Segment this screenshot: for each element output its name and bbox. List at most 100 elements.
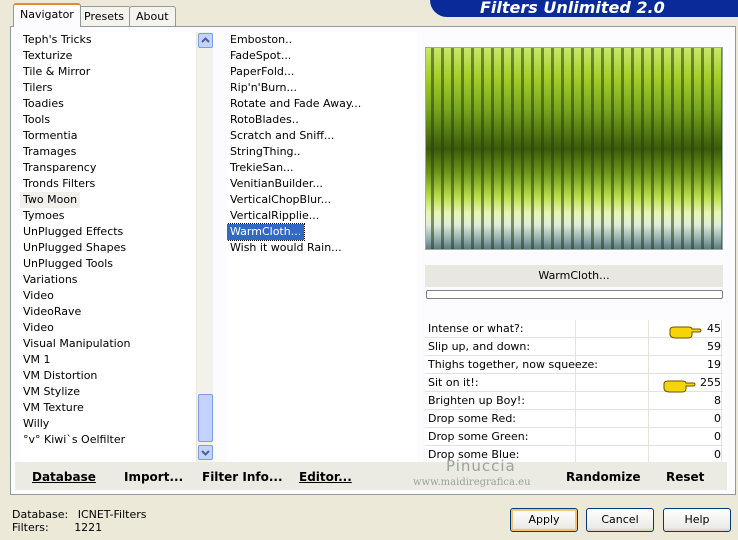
parameter-label: Drop some Red: — [428, 412, 517, 425]
category-item[interactable]: VM Distortion — [20, 368, 196, 384]
scroll-down-button[interactable] — [198, 445, 213, 460]
parameter-label: Brighten up Boy!: — [428, 394, 525, 407]
filter-item[interactable]: RotoBlades.. — [227, 112, 417, 128]
slider-tick — [648, 410, 649, 427]
filter-item[interactable]: VerticalChopBlur... — [227, 192, 417, 208]
filter-item[interactable]: PaperFold... — [227, 64, 417, 80]
category-item[interactable]: Video — [20, 288, 196, 304]
filter-info-button[interactable]: Filter Info... — [202, 470, 283, 484]
scroll-thumb[interactable] — [198, 394, 213, 442]
slider-tick — [575, 410, 576, 427]
help-button[interactable]: Help — [663, 508, 731, 532]
category-item[interactable]: Toadies — [20, 96, 196, 112]
watermark-name: Pinuccia — [446, 457, 516, 475]
category-item[interactable]: Transparency — [20, 160, 196, 176]
filter-list[interactable]: Emboston.. FadeSpot... PaperFold... Rip'n'B… — [227, 32, 417, 462]
database-button[interactable]: Database — [32, 470, 96, 484]
cancel-button[interactable]: Cancel — [586, 508, 654, 532]
slider-tick — [648, 338, 649, 355]
slider-tick — [575, 446, 576, 463]
category-item[interactable]: UnPlugged Tools — [20, 256, 196, 272]
category-item[interactable]: UnPlugged Effects — [20, 224, 196, 240]
slider-tick — [575, 392, 576, 409]
filters-status-label: Filters: — [12, 521, 49, 534]
category-item[interactable]: Tilers — [20, 80, 196, 96]
slider-tick — [648, 392, 649, 409]
category-scrollbar[interactable] — [196, 32, 213, 462]
parameter-label: Sit on it!: — [428, 376, 479, 389]
category-item[interactable]: Tramages — [20, 144, 196, 160]
filter-item[interactable]: Wish it would Rain... — [227, 240, 417, 256]
category-item[interactable]: Two Moon — [20, 192, 81, 208]
scroll-up-button[interactable] — [198, 33, 213, 48]
parameter-row[interactable]: Brighten up Boy!: 8 — [425, 392, 723, 410]
category-item[interactable]: Tymoes — [20, 208, 196, 224]
filter-item[interactable]: WarmCloth... — [227, 223, 306, 241]
reset-button[interactable]: Reset — [666, 470, 704, 484]
filter-item[interactable]: TrekieSan... — [227, 160, 417, 176]
filter-item[interactable]: Emboston.. — [227, 32, 417, 48]
parameter-row[interactable]: Drop some Red: 0 — [425, 410, 723, 428]
slider-tick — [648, 356, 649, 373]
selected-filter-name: WarmCloth... — [425, 265, 723, 287]
category-item[interactable]: Visual Manipulation — [20, 336, 196, 352]
slider-tick — [575, 428, 576, 445]
filter-item[interactable]: Rotate and Fade Away... — [227, 96, 417, 112]
chevron-up-icon — [201, 37, 210, 43]
slider-tick — [575, 320, 576, 337]
parameter-row[interactable]: Slip up, and down: 59 — [425, 338, 723, 356]
category-list[interactable]: Teph's Tricks Texturize Tile & Mirror Tiler… — [20, 32, 196, 462]
filter-item[interactable]: StringThing.. — [227, 144, 417, 160]
filter-item[interactable]: Scratch and Sniff... — [227, 128, 417, 144]
category-item[interactable]: Teph's Tricks — [20, 32, 196, 48]
slider-tick — [721, 320, 722, 337]
category-item[interactable]: Willy — [20, 416, 196, 432]
tab-about[interactable]: About — [129, 6, 176, 26]
filter-item[interactable]: FadeSpot... — [227, 48, 417, 64]
slider-tick — [648, 320, 649, 337]
category-item[interactable]: VM Texture — [20, 400, 196, 416]
category-item[interactable]: Video — [20, 320, 196, 336]
filter-preview — [425, 47, 723, 250]
parameter-label: Slip up, and down: — [428, 340, 531, 353]
parameter-row[interactable]: Drop some Green: 0 — [425, 428, 723, 446]
parameter-value: 19 — [707, 358, 721, 371]
filter-item[interactable]: VenitianBuilder... — [227, 176, 417, 192]
parameter-label: Thighs together, now squeeze: — [428, 358, 598, 371]
parameter-value: 255 — [700, 376, 721, 389]
category-item[interactable]: °v° Kiwi`s Oelfilter — [20, 432, 196, 448]
slider-tick — [648, 446, 649, 463]
slider-tick — [721, 410, 722, 427]
parameter-label: Intense or what?: — [428, 322, 524, 335]
category-item[interactable]: Tronds Filters — [20, 176, 196, 192]
parameter-value: 59 — [707, 340, 721, 353]
slider-tick — [721, 428, 722, 445]
category-item[interactable]: VM 1 — [20, 352, 196, 368]
category-item[interactable]: Tile & Mirror — [20, 64, 196, 80]
parameter-value: 8 — [714, 394, 721, 407]
filter-item[interactable]: Rip'n'Burn... — [227, 80, 417, 96]
preview-stripes — [426, 48, 722, 249]
editor-button[interactable]: Editor... — [299, 470, 352, 484]
pointing-hand-icon — [669, 326, 702, 339]
tab-navigator[interactable]: Navigator — [13, 3, 81, 27]
chevron-down-icon — [201, 450, 210, 456]
category-item[interactable]: VideoRave — [20, 304, 196, 320]
category-item[interactable]: Tools — [20, 112, 196, 128]
parameter-row[interactable]: Thighs together, now squeeze: 19 — [425, 356, 723, 374]
category-item[interactable]: Variations — [20, 272, 196, 288]
import-button[interactable]: Import... — [124, 470, 183, 484]
tab-presets[interactable]: Presets — [77, 6, 132, 26]
filter-item[interactable]: VerticalRipplie... — [227, 208, 417, 224]
randomize-button[interactable]: Randomize — [566, 470, 640, 484]
apply-button[interactable]: Apply — [510, 508, 578, 532]
filters-status: Filters: 1221 — [12, 521, 102, 534]
slider-tick — [721, 338, 722, 355]
category-item[interactable]: Texturize — [20, 48, 196, 64]
slider-tick — [648, 428, 649, 445]
category-item[interactable]: UnPlugged Shapes — [20, 240, 196, 256]
slider-tick — [721, 446, 722, 463]
category-item[interactable]: Tormentia — [20, 128, 196, 144]
category-item[interactable]: VM Stylize — [20, 384, 196, 400]
slider-tick — [721, 392, 722, 409]
